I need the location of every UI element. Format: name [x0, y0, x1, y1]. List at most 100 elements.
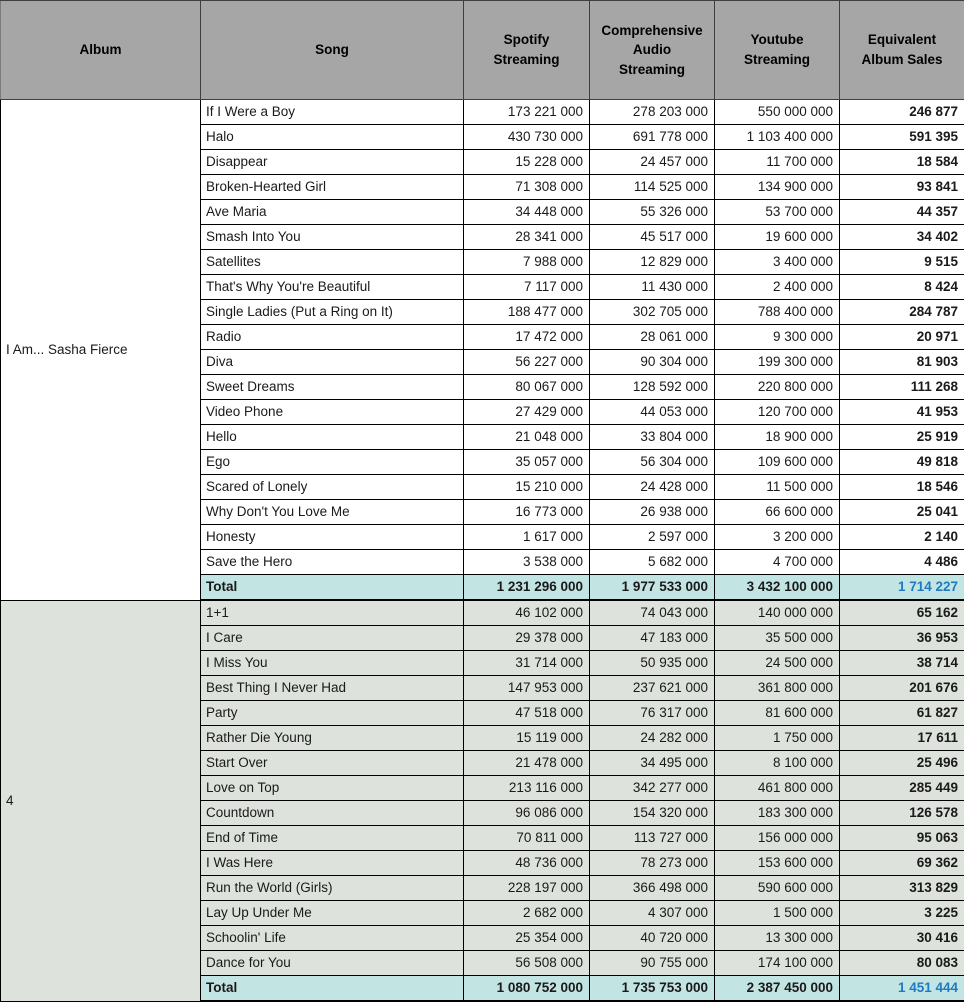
comprehensive-audio-streaming-cell: 2 597 000	[590, 525, 715, 550]
comprehensive-audio-streaming-cell: 278 203 000	[590, 100, 715, 125]
spotify-streaming-cell: 56 227 000	[464, 350, 590, 375]
comprehensive-audio-streaming-cell: 1 977 533 000	[590, 575, 715, 601]
column-header-spotify-line1: Spotify	[504, 32, 550, 47]
spotify-streaming-cell: 7 117 000	[464, 275, 590, 300]
comprehensive-audio-streaming-cell: 342 277 000	[590, 776, 715, 801]
column-header-youtube-line2: Streaming	[744, 52, 810, 67]
equivalent-album-sales-cell: 34 402	[840, 225, 964, 250]
equivalent-album-sales-cell: 80 083	[840, 951, 964, 976]
equivalent-album-sales-cell: 44 357	[840, 200, 964, 225]
youtube-streaming-cell: 220 800 000	[715, 375, 840, 400]
column-header-cas-line1: Comprehensive	[601, 23, 702, 38]
song-name-cell: End of Time	[201, 826, 464, 851]
comprehensive-audio-streaming-cell: 4 307 000	[590, 901, 715, 926]
spotify-streaming-cell: 430 730 000	[464, 125, 590, 150]
spotify-streaming-cell: 173 221 000	[464, 100, 590, 125]
song-name-cell: 1+1	[201, 600, 464, 626]
album-name-cell: I Am... Sasha Fierce	[1, 100, 201, 601]
song-name-cell: Save the Hero	[201, 550, 464, 575]
youtube-streaming-cell: 2 387 450 000	[715, 976, 840, 1002]
comprehensive-audio-streaming-cell: 74 043 000	[590, 600, 715, 626]
youtube-streaming-cell: 199 300 000	[715, 350, 840, 375]
comprehensive-audio-streaming-cell: 1 735 753 000	[590, 976, 715, 1002]
youtube-streaming-cell: 1 103 400 000	[715, 125, 840, 150]
youtube-streaming-cell: 81 600 000	[715, 701, 840, 726]
equivalent-album-sales-cell: 25 041	[840, 500, 964, 525]
comprehensive-audio-streaming-cell: 34 495 000	[590, 751, 715, 776]
equivalent-album-sales-cell: 246 877	[840, 100, 964, 125]
song-name-cell: Hello	[201, 425, 464, 450]
comprehensive-audio-streaming-cell: 45 517 000	[590, 225, 715, 250]
spotify-streaming-cell: 47 518 000	[464, 701, 590, 726]
total-label-cell: Total	[201, 575, 464, 601]
comprehensive-audio-streaming-cell: 366 498 000	[590, 876, 715, 901]
song-name-cell: Single Ladies (Put a Ring on It)	[201, 300, 464, 325]
column-header-youtube-streaming: Youtube Streaming	[715, 1, 840, 100]
song-name-cell: Video Phone	[201, 400, 464, 425]
column-header-comprehensive-audio-streaming: Comprehensive Audio Streaming	[590, 1, 715, 100]
spotify-streaming-cell: 46 102 000	[464, 600, 590, 626]
column-header-spotify-streaming: Spotify Streaming	[464, 1, 590, 100]
equivalent-album-sales-cell: 25 919	[840, 425, 964, 450]
comprehensive-audio-streaming-cell: 24 282 000	[590, 726, 715, 751]
spotify-streaming-cell: 96 086 000	[464, 801, 590, 826]
equivalent-album-sales-cell: 111 268	[840, 375, 964, 400]
song-name-cell: Radio	[201, 325, 464, 350]
equivalent-album-sales-cell: 30 416	[840, 926, 964, 951]
comprehensive-audio-streaming-cell: 90 304 000	[590, 350, 715, 375]
column-header-eas-line1: Equivalent	[868, 32, 936, 47]
spotify-streaming-cell: 34 448 000	[464, 200, 590, 225]
youtube-streaming-cell: 361 800 000	[715, 676, 840, 701]
youtube-streaming-cell: 120 700 000	[715, 400, 840, 425]
equivalent-album-sales-cell: 18 584	[840, 150, 964, 175]
song-name-cell: That's Why You're Beautiful	[201, 275, 464, 300]
comprehensive-audio-streaming-cell: 44 053 000	[590, 400, 715, 425]
youtube-streaming-cell: 66 600 000	[715, 500, 840, 525]
comprehensive-audio-streaming-cell: 76 317 000	[590, 701, 715, 726]
spotify-streaming-cell: 1 080 752 000	[464, 976, 590, 1002]
equivalent-album-sales-cell: 3 225	[840, 901, 964, 926]
table-body: I Am... Sasha FierceIf I Were a Boy173 2…	[1, 100, 964, 1002]
equivalent-album-sales-cell: 284 787	[840, 300, 964, 325]
table-row: I Am... Sasha FierceIf I Were a Boy173 2…	[1, 100, 964, 125]
song-name-cell: Diva	[201, 350, 464, 375]
equivalent-album-sales-cell: 313 829	[840, 876, 964, 901]
song-name-cell: Halo	[201, 125, 464, 150]
equivalent-album-sales-cell: 9 515	[840, 250, 964, 275]
total-label-cell: Total	[201, 976, 464, 1002]
spotify-streaming-cell: 1 231 296 000	[464, 575, 590, 601]
equivalent-album-sales-cell: 25 496	[840, 751, 964, 776]
comprehensive-audio-streaming-cell: 24 428 000	[590, 475, 715, 500]
song-name-cell: Disappear	[201, 150, 464, 175]
spotify-streaming-cell: 7 988 000	[464, 250, 590, 275]
song-name-cell: Smash Into You	[201, 225, 464, 250]
equivalent-album-sales-cell: 17 611	[840, 726, 964, 751]
song-name-cell: Ego	[201, 450, 464, 475]
equivalent-album-sales-cell: 285 449	[840, 776, 964, 801]
column-header-youtube-line1: Youtube	[751, 32, 804, 47]
youtube-streaming-cell: 3 400 000	[715, 250, 840, 275]
comprehensive-audio-streaming-cell: 78 273 000	[590, 851, 715, 876]
youtube-streaming-cell: 3 432 100 000	[715, 575, 840, 601]
spotify-streaming-cell: 16 773 000	[464, 500, 590, 525]
spotify-streaming-cell: 147 953 000	[464, 676, 590, 701]
song-name-cell: Satellites	[201, 250, 464, 275]
song-name-cell: Lay Up Under Me	[201, 901, 464, 926]
spreadsheet-sheet: Album Song Spotify Streaming Comprehensi…	[0, 0, 964, 961]
spotify-streaming-cell: 28 341 000	[464, 225, 590, 250]
youtube-streaming-cell: 1 500 000	[715, 901, 840, 926]
comprehensive-audio-streaming-cell: 26 938 000	[590, 500, 715, 525]
spotify-streaming-cell: 15 228 000	[464, 150, 590, 175]
youtube-streaming-cell: 134 900 000	[715, 175, 840, 200]
comprehensive-audio-streaming-cell: 28 061 000	[590, 325, 715, 350]
comprehensive-audio-streaming-cell: 5 682 000	[590, 550, 715, 575]
spotify-streaming-cell: 56 508 000	[464, 951, 590, 976]
spotify-streaming-cell: 15 119 000	[464, 726, 590, 751]
spotify-streaming-cell: 3 538 000	[464, 550, 590, 575]
spotify-streaming-cell: 27 429 000	[464, 400, 590, 425]
comprehensive-audio-streaming-cell: 302 705 000	[590, 300, 715, 325]
spotify-streaming-cell: 2 682 000	[464, 901, 590, 926]
youtube-streaming-cell: 3 200 000	[715, 525, 840, 550]
spotify-streaming-cell: 228 197 000	[464, 876, 590, 901]
song-name-cell: Love on Top	[201, 776, 464, 801]
